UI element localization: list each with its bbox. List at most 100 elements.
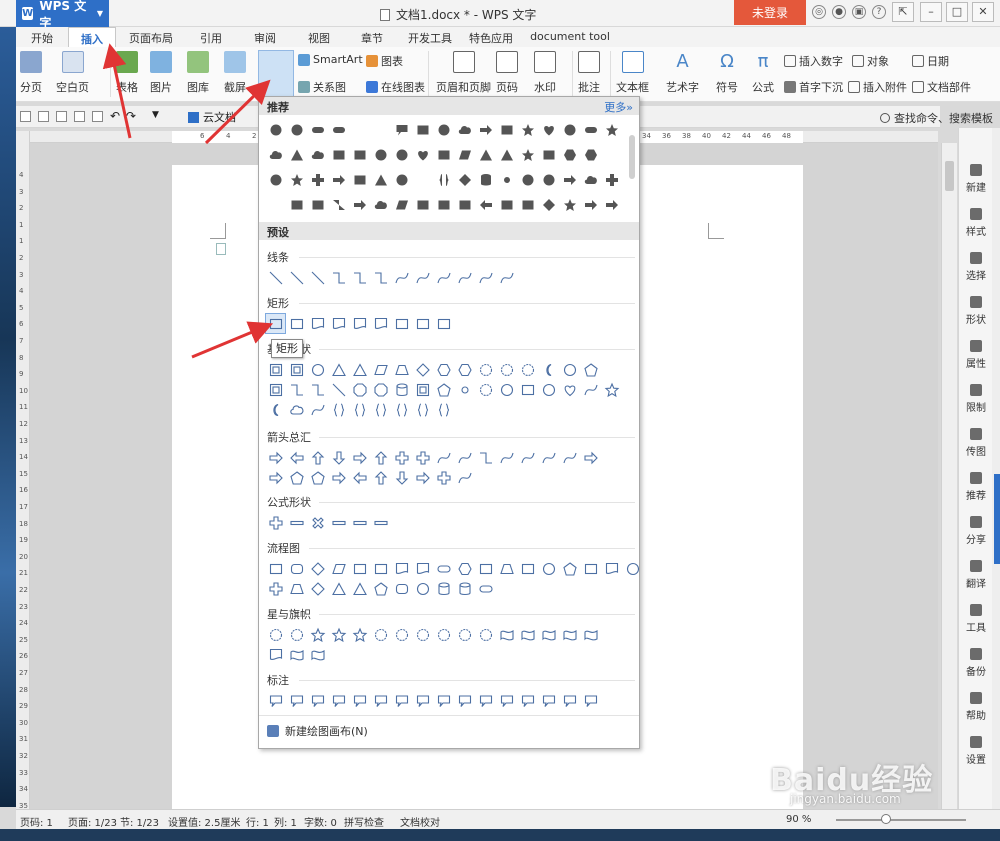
shape-item[interactable] bbox=[307, 313, 328, 334]
shape-item[interactable] bbox=[538, 144, 559, 165]
object-button[interactable]: 对象 bbox=[852, 53, 889, 69]
shape-item[interactable] bbox=[328, 267, 349, 288]
shape-item[interactable] bbox=[307, 119, 328, 140]
status-spell-check[interactable]: 拼写检查 bbox=[344, 814, 384, 829]
shape-item[interactable] bbox=[307, 644, 328, 665]
online-chart-button[interactable]: 在线图表 bbox=[366, 79, 425, 95]
shape-item[interactable] bbox=[349, 512, 370, 533]
shape-item[interactable] bbox=[580, 359, 601, 380]
shape-item[interactable] bbox=[265, 447, 286, 468]
shape-item[interactable] bbox=[559, 169, 580, 190]
help-icon[interactable]: ? bbox=[872, 5, 886, 19]
shape-item[interactable] bbox=[580, 119, 601, 140]
shape-item[interactable] bbox=[328, 144, 349, 165]
shape-item[interactable] bbox=[580, 379, 601, 400]
right-panel-item[interactable]: 翻译 bbox=[959, 560, 993, 590]
shape-item[interactable] bbox=[286, 690, 307, 711]
more-link[interactable]: 更多» bbox=[604, 99, 633, 115]
shape-item[interactable] bbox=[265, 558, 286, 579]
shape-item[interactable] bbox=[433, 194, 454, 215]
shape-item[interactable] bbox=[559, 690, 580, 711]
shape-item[interactable] bbox=[349, 144, 370, 165]
shape-item[interactable] bbox=[559, 379, 580, 400]
shape-item[interactable] bbox=[328, 467, 349, 488]
shape-item[interactable] bbox=[538, 624, 559, 645]
shape-item[interactable] bbox=[328, 359, 349, 380]
shape-item[interactable] bbox=[328, 512, 349, 533]
right-panel-item[interactable]: 形状 bbox=[959, 296, 993, 326]
right-panel-item[interactable]: 设置 bbox=[959, 736, 993, 766]
shape-item[interactable] bbox=[496, 119, 517, 140]
shape-item[interactable] bbox=[349, 624, 370, 645]
save-icon[interactable] bbox=[38, 111, 49, 122]
shape-item[interactable] bbox=[349, 313, 370, 334]
shape-item[interactable] bbox=[265, 512, 286, 533]
shape-item[interactable] bbox=[265, 624, 286, 645]
shape-item[interactable] bbox=[454, 359, 475, 380]
shape-item[interactable] bbox=[328, 119, 349, 140]
right-panel-item[interactable]: 备份 bbox=[959, 648, 993, 678]
shape-item[interactable] bbox=[391, 379, 412, 400]
shape-item[interactable] bbox=[286, 119, 307, 140]
shape-item[interactable] bbox=[286, 194, 307, 215]
shape-item[interactable] bbox=[391, 267, 412, 288]
shape-item[interactable] bbox=[454, 267, 475, 288]
header-footer-button[interactable]: 页眉和页脚 bbox=[436, 51, 491, 95]
shape-item[interactable] bbox=[433, 313, 454, 334]
minimize-button[interactable]: – bbox=[920, 2, 942, 22]
shape-item[interactable] bbox=[496, 447, 517, 468]
screenshot-button[interactable]: 截屏 bbox=[224, 51, 246, 95]
status-page[interactable]: 页面: 1/23 bbox=[68, 814, 117, 829]
shape-item[interactable] bbox=[307, 169, 328, 190]
shape-item[interactable] bbox=[349, 169, 370, 190]
shape-item[interactable] bbox=[412, 359, 433, 380]
right-panel-item[interactable]: 帮助 bbox=[959, 692, 993, 722]
shape-item[interactable] bbox=[265, 359, 286, 380]
shape-item[interactable] bbox=[286, 558, 307, 579]
shape-item[interactable] bbox=[412, 447, 433, 468]
gallery-button[interactable]: 图库 bbox=[187, 51, 209, 95]
shape-item[interactable] bbox=[286, 624, 307, 645]
login-button[interactable]: 未登录 bbox=[734, 0, 806, 25]
shape-item[interactable] bbox=[286, 578, 307, 599]
shape-item[interactable] bbox=[538, 447, 559, 468]
shape-item[interactable] bbox=[475, 194, 496, 215]
right-panel-item[interactable]: 分享 bbox=[959, 516, 993, 546]
shape-item[interactable] bbox=[391, 447, 412, 468]
tab-page-layout[interactable]: 页面布局 bbox=[116, 27, 186, 47]
shape-item[interactable] bbox=[475, 267, 496, 288]
right-panel-item[interactable]: 选择 bbox=[959, 252, 993, 282]
shape-item[interactable] bbox=[475, 144, 496, 165]
tab-special[interactable]: 特色应用 bbox=[460, 27, 522, 47]
shape-item[interactable] bbox=[286, 267, 307, 288]
right-panel-item[interactable]: 样式 bbox=[959, 208, 993, 238]
share-icon[interactable]: ▣ bbox=[852, 5, 866, 19]
shape-item[interactable] bbox=[601, 194, 622, 215]
shape-item[interactable] bbox=[601, 379, 622, 400]
shape-item[interactable] bbox=[433, 144, 454, 165]
shape-item[interactable] bbox=[622, 558, 643, 579]
shape-item[interactable] bbox=[559, 359, 580, 380]
smartart-button[interactable]: SmartArt bbox=[298, 53, 363, 66]
shape-item[interactable] bbox=[412, 379, 433, 400]
shape-item[interactable] bbox=[412, 144, 433, 165]
shape-item[interactable] bbox=[412, 399, 433, 420]
shape-item[interactable] bbox=[349, 267, 370, 288]
watermark-button[interactable]: 水印 bbox=[534, 51, 556, 95]
dropdown-scrollbar[interactable] bbox=[629, 135, 635, 179]
comment-button[interactable]: 批注 bbox=[578, 51, 600, 95]
vertical-ruler[interactable]: 4 3 2 1 1 2 3 4 5 6 7 8 9 10 11 12 13 14 15 16 17 18 19 20 21 22 2… bbox=[16, 131, 30, 811]
shape-item[interactable] bbox=[454, 558, 475, 579]
shape-item[interactable] bbox=[265, 467, 286, 488]
formula-button[interactable]: π 公式 bbox=[752, 51, 774, 95]
shape-item[interactable] bbox=[454, 447, 475, 468]
shape-item[interactable] bbox=[496, 194, 517, 215]
shape-item[interactable] bbox=[349, 467, 370, 488]
shape-item[interactable] bbox=[307, 194, 328, 215]
shape-item[interactable] bbox=[412, 267, 433, 288]
shape-item[interactable] bbox=[307, 379, 328, 400]
shape-item[interactable] bbox=[286, 644, 307, 665]
shape-item[interactable] bbox=[517, 558, 538, 579]
shape-item[interactable] bbox=[286, 144, 307, 165]
shape-item[interactable] bbox=[265, 690, 286, 711]
